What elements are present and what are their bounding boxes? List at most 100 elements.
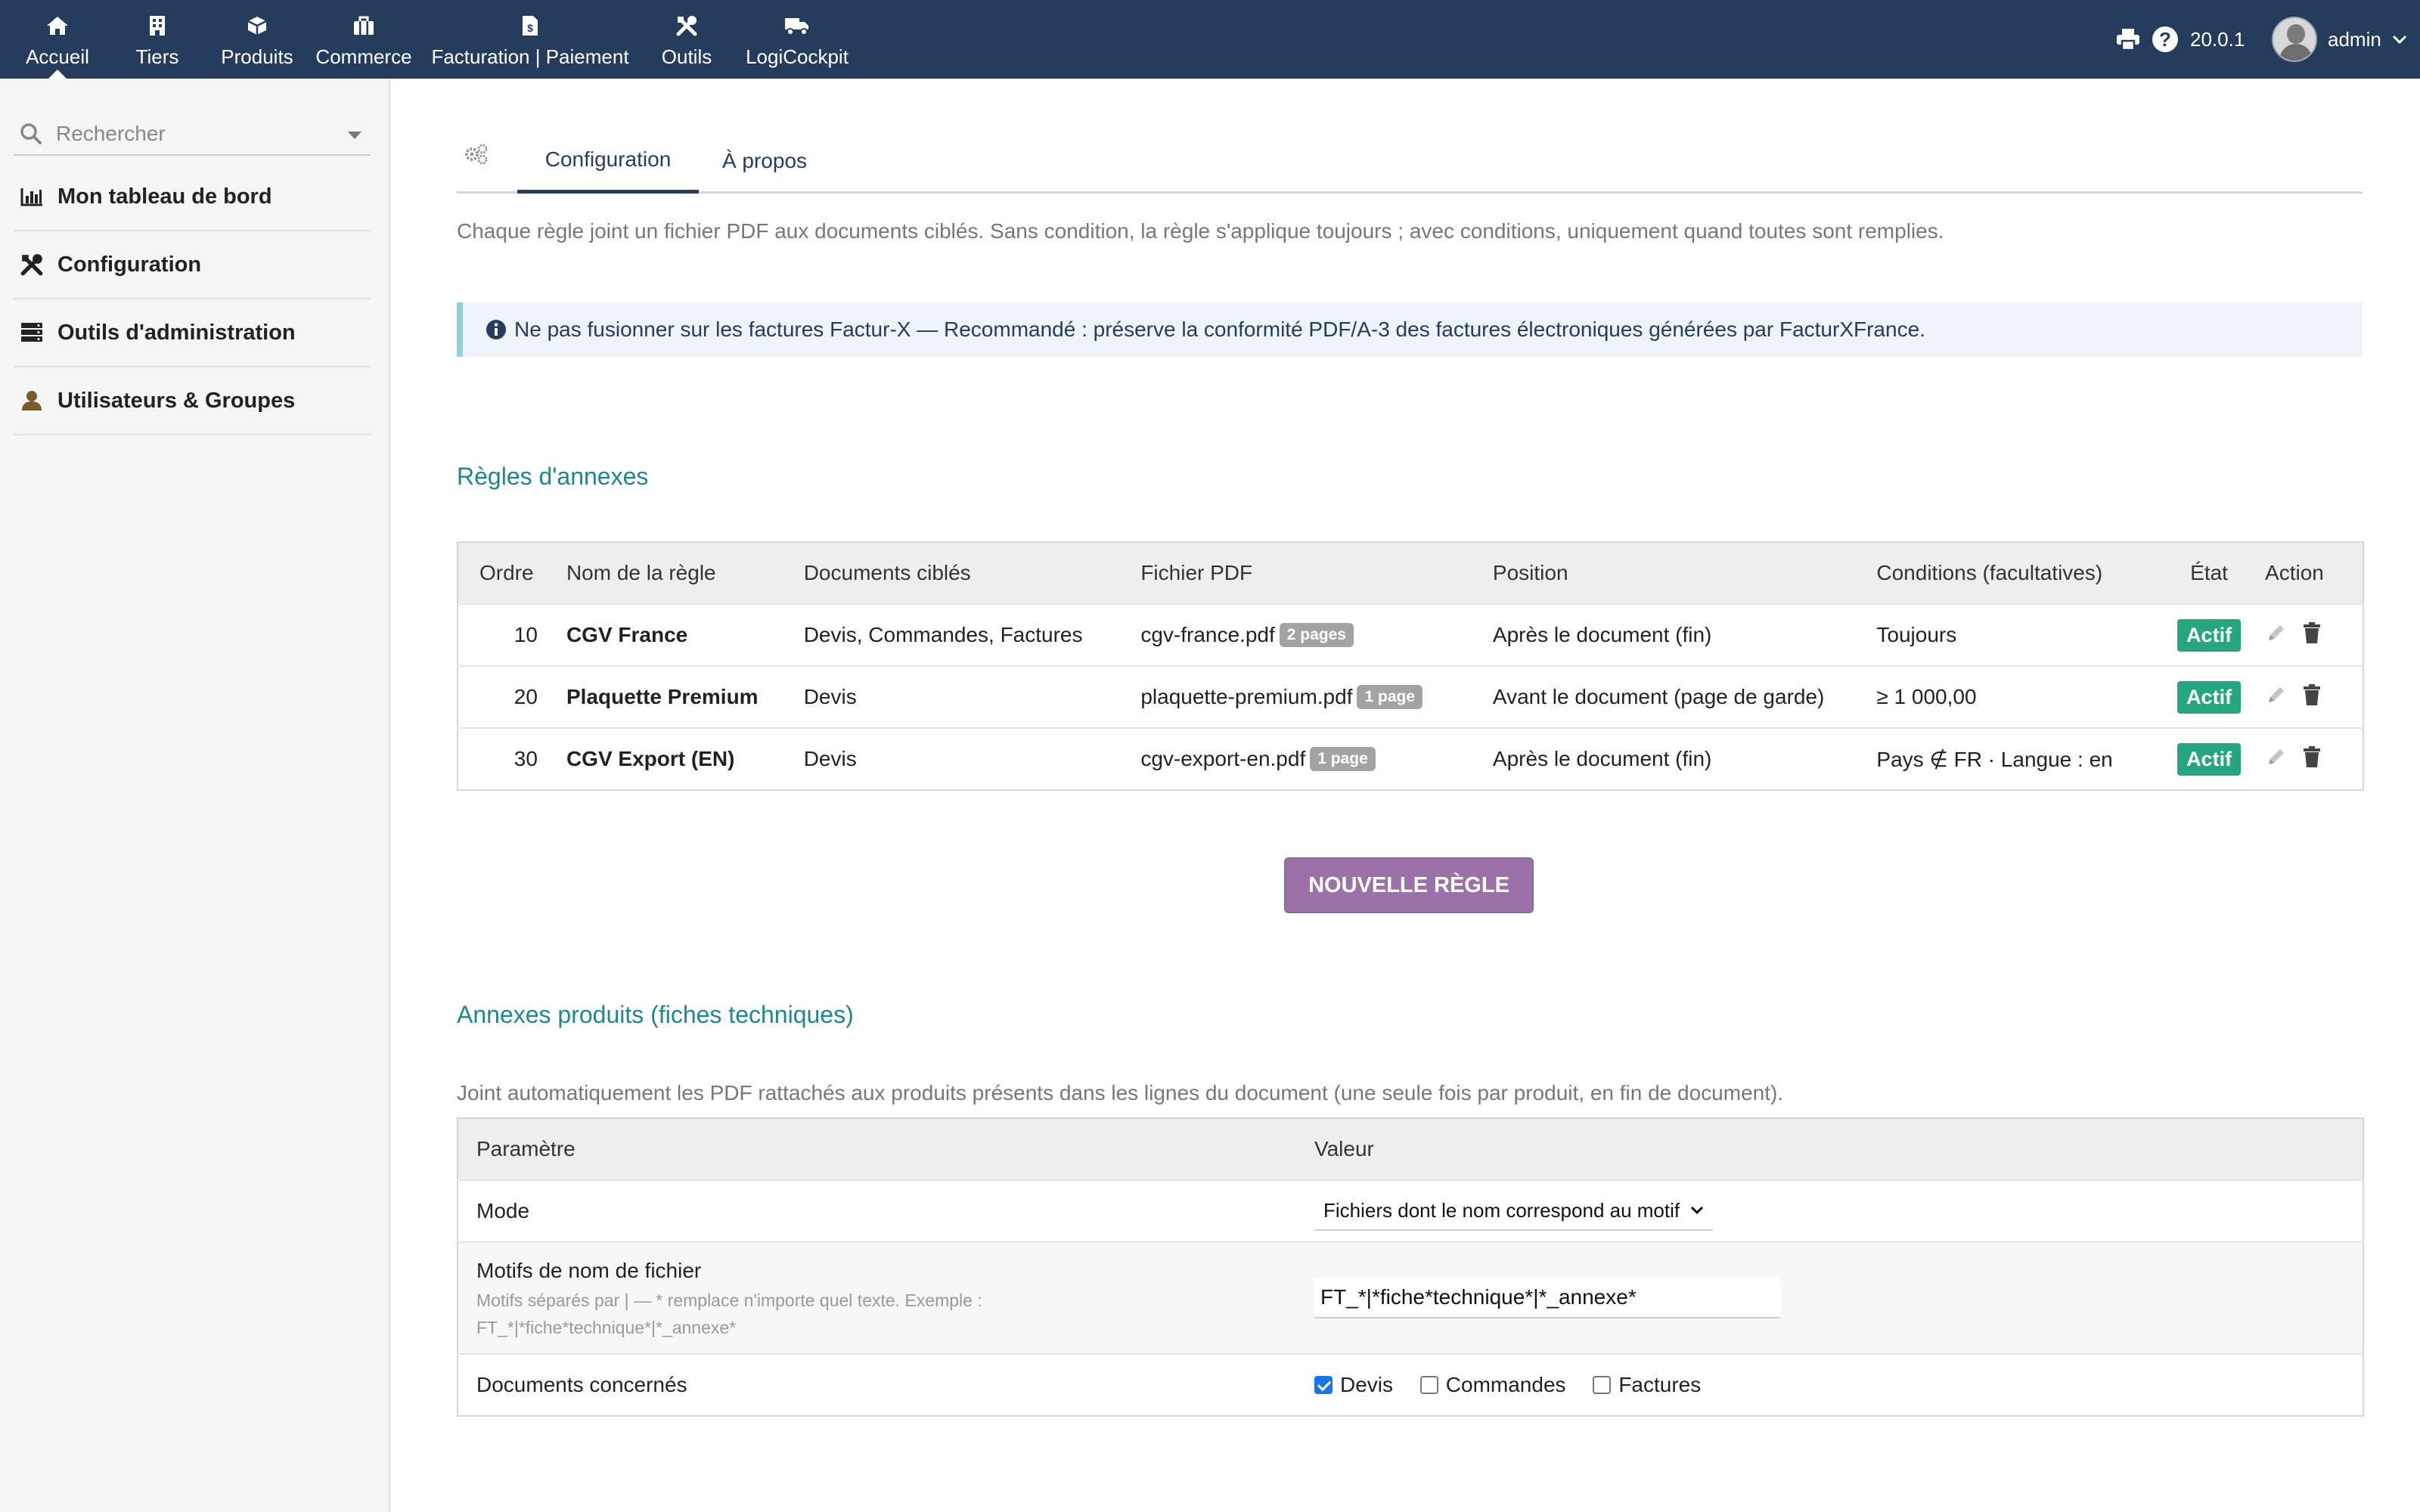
edit-icon[interactable] (2265, 621, 2288, 644)
invoice-icon: $ (515, 14, 545, 38)
col-docs: Documents ciblés (803, 561, 971, 584)
edit-icon[interactable] (2265, 683, 2288, 706)
search-placeholder: Rechercher (56, 122, 166, 145)
pages-badge: 1 page (1357, 685, 1423, 709)
param-row-patterns: Motifs de nom de fichier Motifs séparés … (458, 1242, 2363, 1354)
pages-badge: 1 page (1310, 747, 1376, 771)
chevron-down-icon[interactable] (348, 132, 361, 139)
sidebar-item-label: Configuration (57, 252, 202, 277)
info-text: Ne pas fusionner sur les factures Factur… (514, 318, 1925, 341)
rule-position: Après le document (fin) (1492, 623, 1712, 646)
checkbox-label: Commandes (1445, 1373, 1566, 1396)
param-value: Devis Commandes Factures (1314, 1354, 2363, 1416)
chevron-down-icon[interactable] (2392, 34, 2407, 45)
rule-name: CGV Export (EN) (566, 747, 735, 770)
nav-label: Produits (221, 45, 293, 68)
trash-icon[interactable] (2303, 745, 2321, 768)
sidebar-item-admin-tools[interactable]: Outils d'administration (14, 299, 371, 367)
rule-order: 20 (513, 685, 538, 708)
info-icon (486, 319, 507, 340)
nav-item-facturation[interactable]: $ Facturation | Paiement (428, 0, 632, 79)
param-label: Mode (476, 1199, 530, 1222)
table-row[interactable]: 20 Plaquette Premium Devis plaquette-pre… (458, 666, 2363, 728)
nav-item-commerce[interactable]: Commerce (313, 0, 414, 79)
rule-position: Avant le document (page de garde) (1492, 685, 1825, 708)
table-header-row: Paramètre Valeur (458, 1118, 2363, 1180)
home-icon (42, 14, 73, 38)
help-icon[interactable]: ? (2152, 26, 2178, 52)
col-conditions: Conditions (facultatives) (1876, 561, 2103, 584)
col-value: Valeur (1314, 1137, 1374, 1160)
nav-item-outils[interactable]: Outils (653, 0, 720, 79)
trash-icon[interactable] (2303, 621, 2321, 644)
products-description: Joint automatiquement les PDF rattachés … (457, 1081, 1784, 1105)
param-value: FT_*|*fiche*technique*|*_annexe* (1314, 1242, 2363, 1354)
chevron-down-icon (1690, 1206, 1704, 1215)
sidebar-item-label: Mon tableau de bord (57, 184, 272, 209)
gears-icon[interactable] (461, 139, 496, 174)
nav-item-accueil[interactable]: Accueil (15, 0, 100, 79)
nav-item-produits[interactable]: Produits (213, 0, 301, 79)
col-file: Fichier PDF (1140, 561, 1253, 584)
sidebar-item-label: Outils d'administration (57, 320, 296, 345)
sidebar-item-users-groups[interactable]: Utilisateurs & Groupes (14, 367, 371, 435)
cube-icon (242, 14, 272, 38)
tab-configuration[interactable]: Configuration (517, 129, 699, 194)
table-row[interactable]: 30 CGV Export (EN) Devis cgv-export-en.p… (458, 728, 2363, 790)
search-input[interactable]: Rechercher (14, 113, 371, 156)
rule-file: cgv-france.pdf 2 pages (1134, 604, 1482, 666)
file-name[interactable]: plaquette-premium.pdf (1140, 685, 1352, 708)
rule-name: CGV France (566, 623, 688, 646)
info-banner: Ne pas fusionner sur les factures Factur… (457, 302, 2363, 357)
table-row[interactable]: 10 CGV France Devis, Commandes, Factures… (458, 604, 2363, 666)
nav-item-tiers[interactable]: Tiers (121, 0, 194, 79)
nav-label: LogiCockpit (746, 45, 849, 68)
status-badge[interactable]: Actif (2177, 742, 2242, 776)
chart-icon (17, 181, 47, 212)
server-icon (17, 318, 47, 348)
tab-about[interactable]: À propos (708, 129, 821, 194)
status-badge[interactable]: Actif (2177, 680, 2242, 714)
mode-select[interactable]: Fichiers dont le nom correspond au motif (1314, 1191, 1714, 1231)
param-row-documents: Documents concernés Devis Commandes Fact… (458, 1354, 2363, 1416)
param-label: Documents concernés (476, 1373, 687, 1396)
version-label: 20.0.1 (2190, 27, 2245, 51)
user-menu[interactable]: admin (2272, 0, 2407, 79)
checkbox-factures[interactable] (1593, 1376, 1612, 1394)
col-name: Nom de la règle (566, 561, 716, 584)
trash-icon[interactable] (2303, 683, 2321, 706)
file-name[interactable]: cgv-france.pdf (1140, 623, 1274, 646)
rule-state: Actif (2161, 666, 2257, 728)
rule-docs: Devis (803, 747, 857, 770)
avatar[interactable] (2272, 17, 2317, 62)
patterns-input[interactable]: FT_*|*fiche*technique*|*_annexe* (1314, 1278, 1780, 1318)
edit-icon[interactable] (2265, 745, 2288, 768)
print-icon[interactable] (2114, 26, 2142, 53)
sidebar-item-dashboard[interactable]: Mon tableau de bord (14, 163, 371, 231)
checkbox-commandes[interactable] (1419, 1376, 1438, 1394)
rule-file: cgv-export-en.pdf 1 page (1134, 728, 1482, 790)
rule-state: Actif (2161, 604, 2257, 666)
tab-bar: Configuration À propos (457, 129, 2363, 194)
mode-selected-value: Fichiers dont le nom correspond au motif (1323, 1198, 1680, 1222)
building-icon (142, 14, 172, 38)
tools-icon (672, 14, 702, 38)
rule-name: Plaquette Premium (566, 685, 759, 708)
rule-docs: Devis (803, 685, 857, 708)
rule-conditions: ≥ 1 000,00 (1876, 685, 1977, 708)
checkbox-devis[interactable] (1314, 1376, 1333, 1394)
user-name: admin (2328, 27, 2381, 51)
new-rule-button[interactable]: NOUVELLE RÈGLE (1284, 857, 1534, 913)
col-param: Paramètre (476, 1137, 576, 1160)
status-badge[interactable]: Actif (2177, 618, 2242, 652)
top-right-tools: ? 20.0.1 (2114, 0, 2245, 79)
nav-item-logicockpit[interactable]: LogiCockpit (740, 0, 855, 79)
rule-state: Actif (2161, 728, 2257, 790)
checkbox-label: Factures (1618, 1373, 1702, 1396)
sidebar-item-configuration[interactable]: Configuration (14, 231, 371, 299)
col-position: Position (1492, 561, 1568, 584)
rule-docs: Devis, Commandes, Factures (803, 623, 1083, 646)
param-label: Motifs de nom de fichier (476, 1259, 702, 1282)
file-name[interactable]: cgv-export-en.pdf (1140, 747, 1305, 770)
checkbox-label: Devis (1340, 1373, 1394, 1396)
